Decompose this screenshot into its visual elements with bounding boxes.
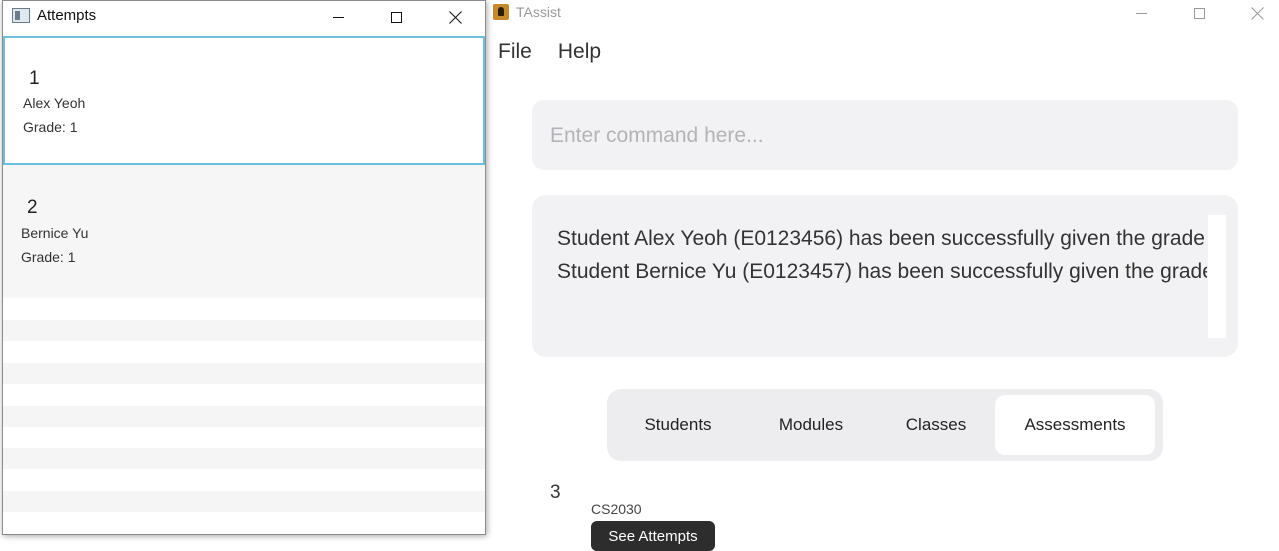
minimize-icon — [1135, 12, 1147, 14]
minimize-button[interactable] — [1118, 0, 1164, 26]
minimize-button[interactable] — [315, 3, 361, 31]
close-button[interactable] — [1234, 0, 1279, 26]
assessment-card: 3 CS2030 See Attempts — [542, 478, 842, 551]
minimize-icon — [332, 16, 344, 18]
attempts-window-title: Attempts — [37, 7, 97, 24]
empty-list-row — [3, 320, 485, 341]
close-icon — [449, 11, 462, 24]
attempts-window: Attempts 1 Alex Yeoh Grade: 1 2 Bernice … — [2, 0, 486, 535]
empty-list-row — [3, 491, 485, 512]
maximize-icon — [390, 11, 402, 23]
attempt-grade: Grade: 1 — [21, 249, 76, 265]
maximize-icon — [1193, 7, 1205, 19]
maximize-button[interactable] — [1176, 0, 1222, 26]
empty-list-row — [3, 427, 485, 448]
empty-list-row — [3, 384, 485, 405]
close-icon — [1251, 7, 1264, 20]
result-line: Student Alex Yeoh (E0123456) has been su… — [557, 227, 1207, 250]
command-input[interactable] — [550, 122, 1210, 150]
menu-help[interactable]: Help — [554, 38, 605, 66]
tab-classes[interactable]: Classes — [877, 395, 995, 455]
attempt-index: 2 — [27, 197, 38, 218]
tab-students[interactable]: Students — [611, 395, 745, 455]
empty-list-row — [3, 406, 485, 427]
close-button[interactable] — [432, 3, 478, 31]
tassist-main-window: TAssist File Help Student Alex Yeoh (E01… — [482, 0, 1279, 551]
attempt-grade: Grade: 1 — [23, 119, 78, 135]
main-window-title: TAssist — [516, 4, 561, 20]
assessment-module: CS2030 — [591, 501, 642, 517]
see-attempts-button[interactable]: See Attempts — [591, 521, 715, 551]
assessment-index: 3 — [550, 482, 561, 503]
window-app-icon — [12, 8, 30, 23]
menu-bar: File Help — [494, 38, 605, 66]
command-box — [532, 100, 1238, 170]
tab-bar: Students Modules Classes Assessments — [607, 389, 1163, 461]
attempt-card[interactable]: 2 Bernice Yu Grade: 1 — [3, 165, 485, 298]
attempt-card[interactable]: 1 Alex Yeoh Grade: 1 — [3, 36, 485, 165]
maximize-button[interactable] — [373, 3, 419, 31]
menu-file[interactable]: File — [494, 38, 536, 66]
result-display: Student Alex Yeoh (E0123456) has been su… — [532, 195, 1238, 357]
tab-modules[interactable]: Modules — [745, 395, 877, 455]
empty-list-row — [3, 469, 485, 490]
main-title-bar: TAssist — [482, 0, 1279, 26]
attempt-student-name: Bernice Yu — [21, 225, 89, 241]
empty-list-row — [3, 341, 485, 362]
result-scrollbar[interactable] — [1208, 215, 1226, 338]
attempts-title-bar: Attempts — [3, 1, 485, 32]
tab-assessments[interactable]: Assessments — [995, 395, 1155, 455]
attempt-student-name: Alex Yeoh — [23, 95, 86, 111]
empty-list-row — [3, 448, 485, 469]
attempt-index: 1 — [29, 68, 40, 89]
result-text: Student Alex Yeoh (E0123456) has been su… — [557, 222, 1207, 288]
empty-list-row — [3, 363, 485, 384]
result-line: Student Bernice Yu (E0123457) has been s… — [557, 260, 1207, 283]
attempts-list: 1 Alex Yeoh Grade: 1 2 Bernice Yu Grade:… — [3, 33, 485, 533]
empty-list-row — [3, 299, 485, 320]
empty-list-row — [3, 512, 485, 533]
tassist-app-icon — [493, 4, 509, 20]
